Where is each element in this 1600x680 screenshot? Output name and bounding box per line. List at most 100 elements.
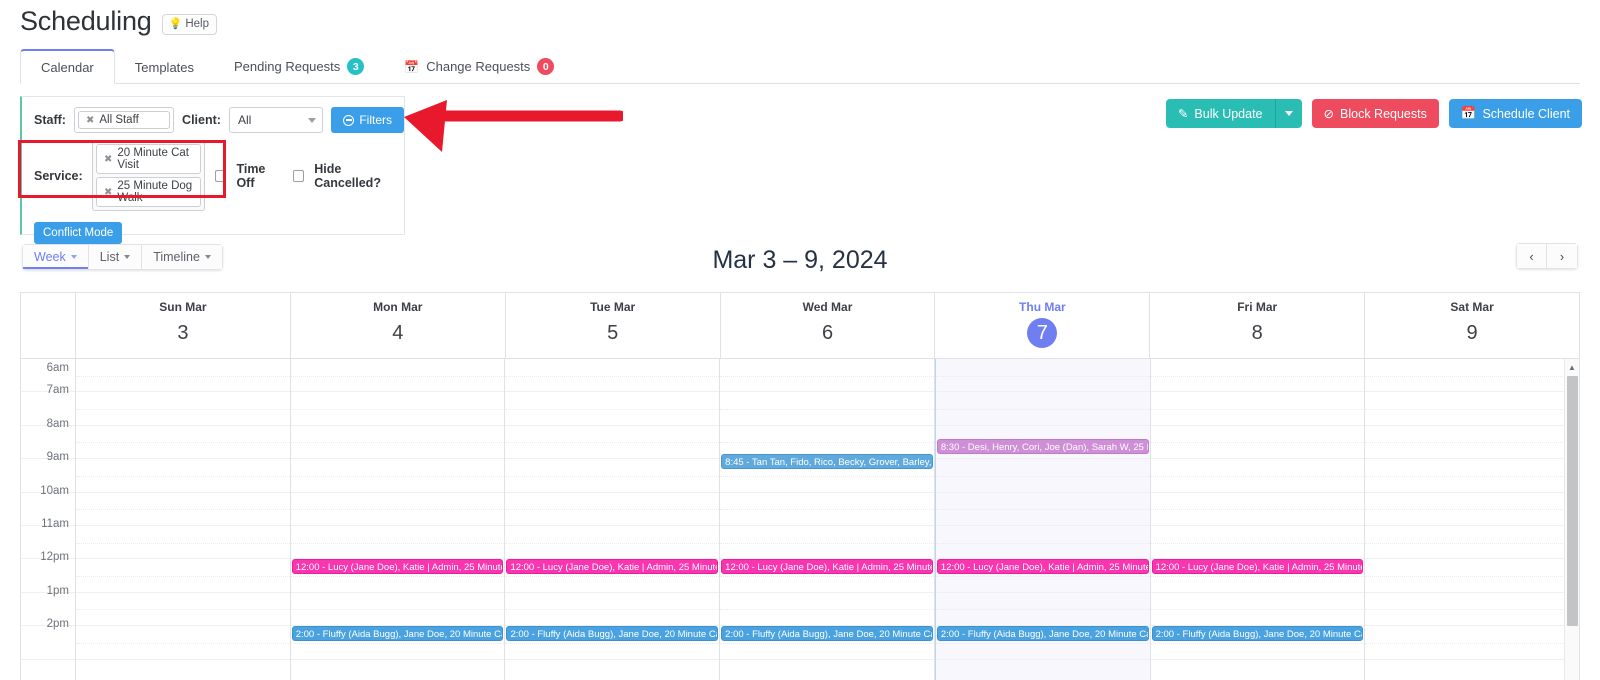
day-column-5[interactable]: 12:00 - Lucy (Jane Doe), Katie | Admin, … — [505, 359, 721, 680]
remove-icon[interactable]: ✖ — [86, 115, 94, 126]
tab-templates[interactable]: Templates — [115, 51, 214, 83]
calendar-cell[interactable] — [935, 493, 1150, 526]
calendar-cell[interactable] — [1150, 493, 1365, 526]
calendar-cell[interactable] — [1150, 392, 1365, 426]
calendar-event[interactable]: 12:00 - Lucy (Jane Doe), Katie | Admin, … — [506, 559, 719, 574]
day-header-8[interactable]: Fri Mar 8 — [1150, 293, 1366, 358]
tab-pending-requests[interactable]: Pending Requests 3 — [214, 49, 384, 83]
calendar-cell[interactable] — [1365, 493, 1579, 526]
remove-icon[interactable]: ✖ — [104, 187, 112, 198]
calendar-cell[interactable] — [1365, 359, 1579, 393]
calendar-scrollbar[interactable]: ▲ — [1564, 359, 1579, 680]
day-column-4[interactable]: 12:00 - Lucy (Jane Doe), Katie | Admin, … — [290, 359, 506, 680]
help-button[interactable]: 💡 Help — [161, 14, 217, 35]
calendar-cell[interactable] — [76, 593, 290, 627]
calendar-cell[interactable] — [935, 526, 1150, 560]
day-header-6[interactable]: Wed Mar 6 — [721, 293, 936, 358]
calendar-cell[interactable] — [1365, 392, 1579, 426]
filters-button[interactable]: Filters — [331, 107, 404, 133]
calendar-cell[interactable] — [1365, 459, 1579, 493]
calendar-cell[interactable] — [720, 526, 934, 560]
staff-token[interactable]: ✖ All Staff — [77, 111, 171, 129]
calendar-cell[interactable] — [935, 593, 1150, 627]
calendar-cell[interactable] — [1150, 426, 1365, 460]
calendar-cell[interactable] — [290, 526, 505, 560]
staff-select[interactable]: ✖ All Staff — [73, 107, 175, 133]
day-header-7[interactable]: Thu Mar 7 — [935, 293, 1151, 358]
next-period-button[interactable]: › — [1547, 243, 1578, 269]
calendar-cell[interactable] — [76, 493, 290, 526]
calendar-cell[interactable] — [1365, 626, 1579, 660]
calendar-cell[interactable] — [76, 359, 290, 393]
tab-calendar[interactable]: Calendar — [20, 49, 115, 84]
bulk-update-dropdown-button[interactable] — [1274, 99, 1302, 128]
calendar-cell[interactable] — [76, 559, 290, 593]
calendar-event[interactable]: 8:45 - Tan Tan, Fido, Rico, Becky, Grove… — [721, 454, 933, 469]
calendar-cell[interactable] — [76, 426, 290, 460]
calendar-cell[interactable] — [505, 526, 720, 560]
remove-icon[interactable]: ✖ — [104, 154, 112, 165]
calendar-cell[interactable] — [720, 359, 934, 393]
calendar-cell[interactable] — [720, 493, 934, 526]
calendar-cell[interactable] — [505, 426, 720, 460]
calendar-cell[interactable] — [1150, 359, 1365, 393]
service-token[interactable]: ✖ 25 Minute Dog Walk — [96, 177, 202, 207]
calendar-cell[interactable] — [290, 426, 505, 460]
service-token[interactable]: ✖ 20 Minute Cat Visit — [96, 144, 202, 174]
calendar-cell[interactable] — [1150, 526, 1365, 560]
calendar-cell[interactable] — [290, 493, 505, 526]
calendar-event[interactable]: 12:00 - Lucy (Jane Doe), Katie | Admin, … — [936, 559, 1149, 574]
calendar-cell[interactable] — [76, 526, 290, 560]
schedule-client-button[interactable]: 📅 Schedule Client — [1448, 99, 1582, 128]
calendar-event[interactable]: 2:00 - Fluffy (Aida Bugg), Jane Doe, 20 … — [936, 626, 1149, 641]
tab-change-requests[interactable]: 📅 Change Requests 0 — [384, 49, 574, 83]
calendar-cell[interactable] — [935, 392, 1150, 426]
calendar-cell[interactable] — [720, 392, 934, 426]
calendar-event[interactable]: 2:00 - Fluffy (Aida Bugg), Jane Doe, 20 … — [291, 626, 504, 641]
calendar-cell[interactable] — [935, 359, 1150, 393]
calendar-cell[interactable] — [1150, 593, 1365, 627]
day-column-7[interactable]: 8:30 - Desi, Henry, Cori, Joe (Dan), Sar… — [934, 359, 1151, 680]
day-column-8[interactable]: 12:00 - Lucy (Jane Doe), Katie | Admin, … — [1150, 359, 1366, 680]
bulk-update-button[interactable]: ✎ Bulk Update — [1165, 99, 1275, 128]
day-header-3[interactable]: Sun Mar 3 — [76, 293, 291, 358]
day-header-4[interactable]: Mon Mar 4 — [291, 293, 506, 358]
calendar-cell[interactable] — [1365, 426, 1579, 460]
client-select[interactable]: All — [228, 107, 324, 133]
conflict-mode-button[interactable]: Conflict Mode — [34, 222, 123, 244]
calendar-event[interactable]: 12:00 - Lucy (Jane Doe), Katie | Admin, … — [721, 559, 933, 574]
day-header-5[interactable]: Tue Mar 5 — [506, 293, 721, 358]
day-column-6[interactable]: 8:45 - Tan Tan, Fido, Rico, Becky, Grove… — [720, 359, 935, 680]
hide-cancelled-checkbox[interactable] — [293, 169, 305, 182]
calendar-event[interactable]: 2:00 - Fluffy (Aida Bugg), Jane Doe, 20 … — [1151, 626, 1364, 641]
calendar-cell[interactable] — [505, 459, 720, 493]
calendar-event[interactable]: 12:00 - Lucy (Jane Doe), Katie | Admin, … — [291, 559, 504, 574]
calendar-cell[interactable] — [290, 459, 505, 493]
calendar-cell[interactable] — [505, 593, 720, 627]
calendar-cell[interactable] — [720, 593, 934, 627]
calendar-cell[interactable] — [505, 493, 720, 526]
calendar-event[interactable]: 2:00 - Fluffy (Aida Bugg), Jane Doe, 20 … — [721, 626, 933, 641]
block-requests-button[interactable]: ⊘ Block Requests — [1311, 99, 1439, 128]
calendar-event[interactable]: 8:30 - Desi, Henry, Cori, Joe (Dan), Sar… — [936, 439, 1149, 454]
calendar-cell[interactable] — [1365, 559, 1579, 593]
calendar-cell[interactable] — [76, 626, 290, 660]
day-header-9[interactable]: Sat Mar 9 — [1365, 293, 1579, 358]
calendar-cell[interactable] — [1150, 459, 1365, 493]
calendar-event[interactable]: 12:00 - Lucy (Jane Doe), Katie | Admin, … — [1151, 559, 1364, 574]
calendar-cell[interactable] — [1365, 526, 1579, 560]
prev-period-button[interactable]: ‹ — [1516, 243, 1547, 269]
calendar-cell[interactable] — [290, 593, 505, 627]
calendar-cell[interactable] — [76, 392, 290, 426]
calendar-cell[interactable] — [505, 392, 720, 426]
calendar-cell[interactable] — [505, 359, 720, 393]
calendar-cell[interactable] — [290, 359, 505, 393]
calendar-cell[interactable] — [1365, 593, 1579, 627]
day-column-3[interactable] — [76, 359, 291, 680]
scroll-up-icon[interactable]: ▲ — [1565, 359, 1579, 375]
calendar-cell[interactable] — [290, 392, 505, 426]
calendar-cell[interactable] — [935, 459, 1150, 493]
calendar-cell[interactable] — [76, 459, 290, 493]
calendar-event[interactable]: 2:00 - Fluffy (Aida Bugg), Jane Doe, 20 … — [506, 626, 719, 641]
service-select[interactable]: ✖ 20 Minute Cat Visit ✖ 25 Minute Dog Walk — [92, 140, 206, 211]
